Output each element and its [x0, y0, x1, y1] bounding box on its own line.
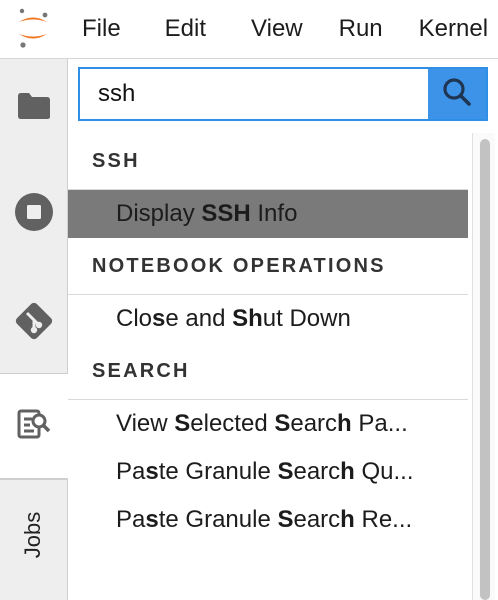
command-item[interactable]: View Selected Search Pa... — [68, 400, 468, 448]
match-highlight: SSH — [201, 200, 251, 227]
command-item[interactable]: Paste Granule Search Re... — [68, 496, 468, 544]
match-highlight: Sh — [232, 305, 263, 332]
label-text: Re... — [354, 506, 413, 533]
scrollbar-thumb[interactable] — [480, 139, 490, 600]
label-text: Qu... — [354, 458, 414, 485]
search-box — [78, 67, 488, 121]
label-text: te Granule — [158, 458, 278, 485]
command-results-list: SSH Display SSH Info NOTEBOOK OPERATIONS Cl… — [68, 133, 468, 544]
jobs-tab-label: Jobs — [20, 511, 46, 559]
label-text: earc — [290, 410, 338, 437]
match-highlight: s — [152, 305, 166, 332]
stop-circle-icon — [14, 192, 54, 237]
command-item[interactable]: Display SSH Info — [68, 190, 468, 238]
label-text: Pa... — [351, 410, 408, 437]
label-text: Info — [250, 200, 298, 227]
menu-file[interactable]: File — [82, 15, 121, 43]
search-input[interactable] — [80, 69, 430, 119]
search-button[interactable] — [428, 69, 486, 119]
sidebar-tab-jobs[interactable]: Jobs — [0, 479, 67, 590]
command-item[interactable]: Close and Shut Down — [68, 295, 468, 343]
label-text: e and — [165, 305, 233, 332]
match-highlight: S — [277, 506, 294, 533]
label-text: Pa — [116, 458, 146, 485]
match-highlight: S — [274, 410, 291, 437]
left-sidebar: Jobs — [0, 59, 68, 600]
command-search-panel: SSHDisplay SSH InfoNOTEBOOK OPERATIONSCl… — [68, 59, 498, 600]
sidebar-tab-file-browser[interactable] — [0, 73, 67, 143]
label-text: te Granule — [158, 506, 278, 533]
category-header: SSH — [68, 133, 468, 190]
match-highlight: S — [277, 458, 294, 485]
label-text: elected — [190, 410, 275, 437]
folder-icon — [17, 92, 51, 125]
label-text: earc — [293, 458, 341, 485]
category-header: NOTEBOOK OPERATIONS — [68, 238, 468, 295]
git-icon — [12, 299, 56, 348]
label-text: Display — [116, 200, 202, 227]
menu-run[interactable]: Run — [339, 15, 383, 43]
label-text: ut Down — [262, 305, 351, 332]
label-text: earc — [293, 506, 341, 533]
menu-view[interactable]: View — [251, 15, 303, 43]
magnifier-icon — [441, 76, 473, 113]
match-highlight: s — [145, 458, 159, 485]
match-highlight: s — [145, 506, 159, 533]
match-highlight: h — [340, 458, 355, 485]
sidebar-tab-git[interactable] — [0, 285, 67, 361]
label-text: Pa — [116, 506, 146, 533]
menu-kernel[interactable]: Kernel — [419, 15, 488, 43]
match-highlight: h — [340, 506, 355, 533]
menu-bar: File Edit View Run Kernel — [0, 0, 498, 59]
category-header: SEARCH — [68, 343, 468, 400]
main-menu: File Edit View Run Kernel — [82, 0, 498, 58]
results-scrollbar[interactable] — [472, 133, 495, 600]
command-item[interactable]: Paste Granule Search Qu... — [68, 448, 468, 496]
menu-edit[interactable]: Edit — [165, 15, 206, 43]
jupyter-logo-icon[interactable] — [14, 8, 52, 48]
label-text: Clo — [116, 305, 153, 332]
label-text: View — [116, 410, 175, 437]
sidebar-tab-search[interactable] — [0, 373, 68, 479]
match-highlight: h — [337, 410, 352, 437]
sidebar-tab-running[interactable] — [0, 179, 67, 249]
match-highlight: S — [174, 410, 191, 437]
search-results-icon — [17, 407, 51, 446]
